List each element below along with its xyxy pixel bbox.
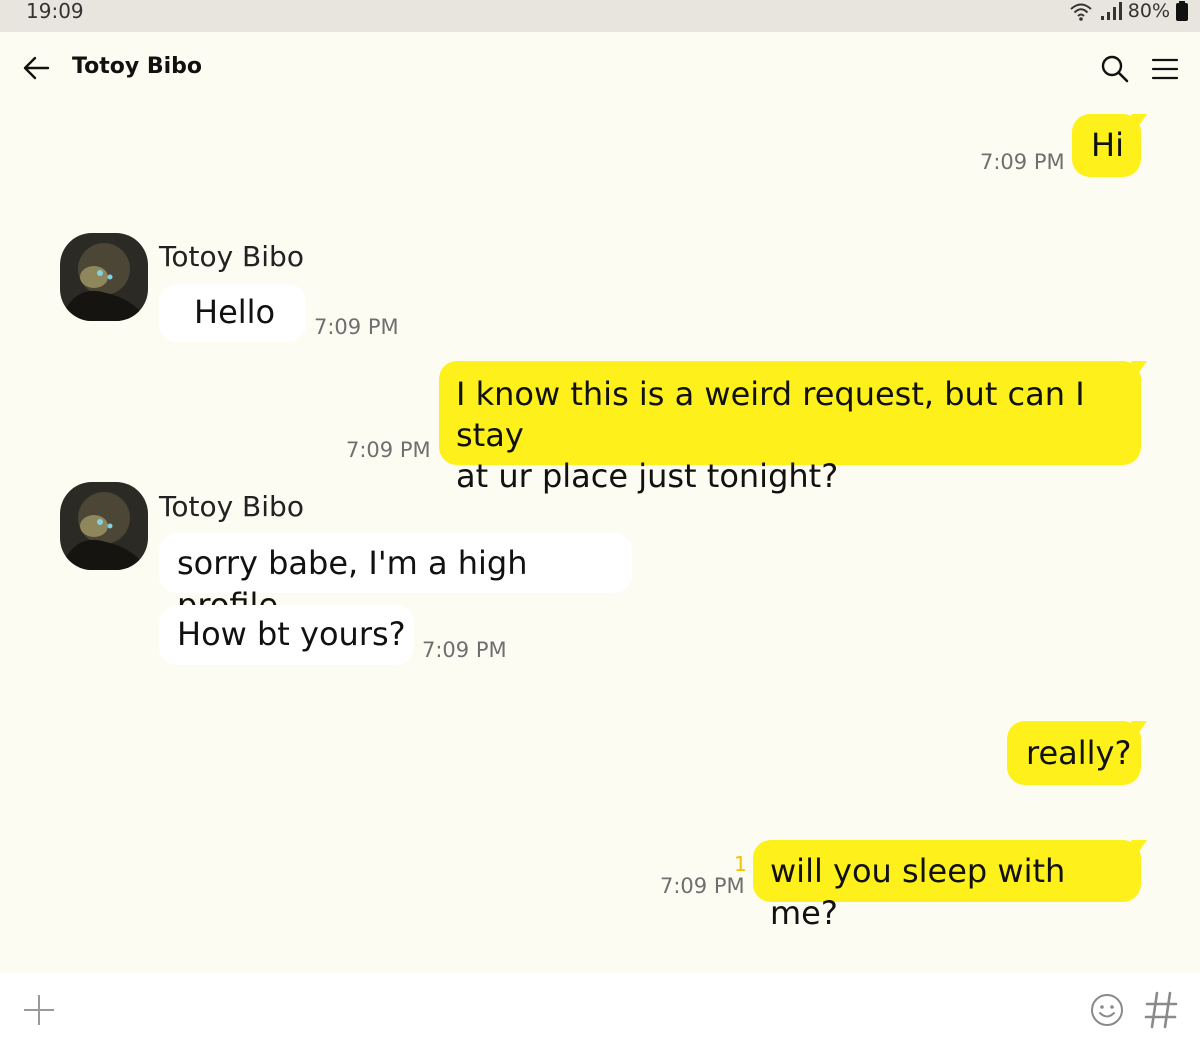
signal-icon bbox=[1100, 2, 1122, 20]
message-text: Hello bbox=[194, 293, 276, 331]
status-time: 19:09 bbox=[26, 0, 84, 23]
chat-title: Totoy Bibo bbox=[72, 54, 203, 79]
status-icons: 80% bbox=[1068, 0, 1188, 23]
menu-icon[interactable] bbox=[1150, 54, 1180, 84]
sender-name: Totoy Bibo bbox=[159, 240, 304, 273]
their-message-bubble[interactable]: How bt yours? bbox=[159, 605, 414, 665]
message-time: 7:09 PM bbox=[980, 150, 1065, 174]
message-input-bar[interactable] bbox=[0, 973, 1200, 1041]
message-text: How bt yours? bbox=[177, 615, 406, 653]
message-time: 7:09 PM bbox=[314, 315, 399, 339]
my-message-bubble[interactable]: Hi bbox=[1072, 114, 1147, 177]
bubble-tail bbox=[1131, 840, 1147, 856]
search-icon[interactable] bbox=[1100, 54, 1130, 84]
message-text: really? bbox=[1026, 734, 1132, 772]
back-arrow-icon[interactable] bbox=[20, 52, 52, 84]
avatar[interactable] bbox=[60, 482, 148, 570]
status-bar bbox=[0, 0, 1200, 32]
message-time: 7:09 PM bbox=[346, 438, 431, 462]
battery-percent: 80% bbox=[1127, 0, 1170, 22]
bubble-tail bbox=[1131, 114, 1147, 130]
their-message-bubble[interactable]: sorry babe, I'm a high profile bbox=[159, 533, 632, 624]
message-text-line: I know this is a weird request, but can … bbox=[456, 375, 1085, 454]
avatar-image bbox=[60, 233, 148, 321]
avatar-image bbox=[60, 482, 148, 570]
hashtag-icon[interactable] bbox=[1143, 990, 1179, 1030]
emoji-icon[interactable] bbox=[1089, 992, 1125, 1028]
my-message-bubble[interactable]: will you sleep with me? bbox=[753, 840, 1147, 932]
sender-name: Totoy Bibo bbox=[159, 490, 304, 523]
message-text: Hi bbox=[1091, 126, 1124, 164]
message-text-line: at ur place just tonight? bbox=[456, 457, 839, 495]
message-time: 7:09 PM bbox=[422, 638, 507, 662]
my-message-bubble[interactable]: I know this is a weird request, but can … bbox=[439, 361, 1147, 495]
wifi-icon bbox=[1070, 3, 1092, 21]
unread-count: 1 bbox=[734, 852, 747, 876]
their-message-bubble[interactable]: Hello bbox=[159, 284, 306, 342]
battery-icon bbox=[1176, 1, 1188, 21]
bubble-tail bbox=[1131, 721, 1147, 737]
avatar[interactable] bbox=[60, 233, 148, 321]
my-message-bubble[interactable]: really? bbox=[1007, 721, 1147, 785]
plus-icon[interactable] bbox=[22, 993, 56, 1027]
message-text: will you sleep with me? bbox=[770, 852, 1066, 932]
message-time: 7:09 PM bbox=[660, 874, 745, 898]
